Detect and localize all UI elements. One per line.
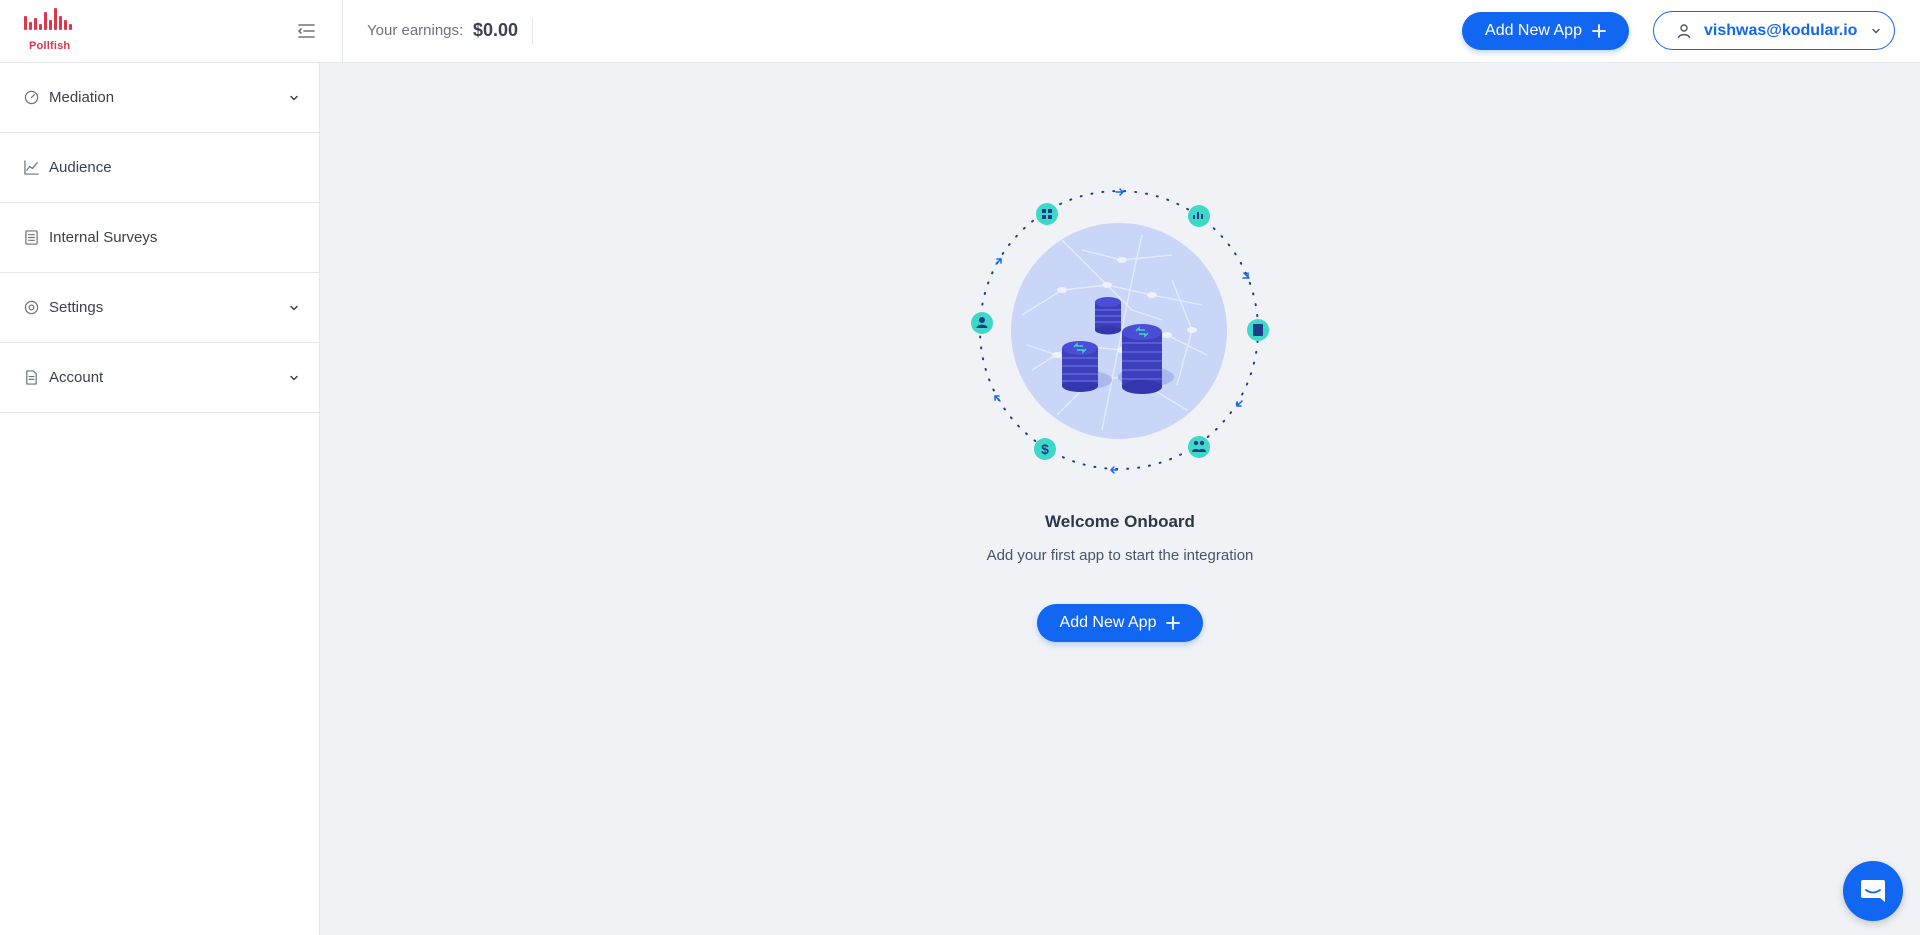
sidebar-item-settings[interactable]: Settings: [0, 273, 319, 343]
logo-text: Pollfish: [29, 40, 71, 52]
chat-bubble-icon: [1861, 880, 1885, 902]
chat-widget-button[interactable]: [1843, 861, 1903, 921]
sidebar-item-label: Internal Surveys: [49, 229, 158, 246]
sidebar-item-account[interactable]: Account: [0, 343, 319, 413]
document-icon: [26, 370, 37, 385]
chevron-down-icon: [1872, 28, 1881, 33]
sidebar-item-internal-surveys[interactable]: Internal Surveys: [0, 203, 319, 273]
top-bar: Pollfish Your earnings: $0.00 Add New Ap…: [0, 0, 1920, 63]
plus-icon: [1592, 24, 1606, 38]
topbar-divider: [342, 0, 343, 63]
sidebar-item-mediation[interactable]: Mediation: [0, 63, 319, 133]
list-icon: [25, 230, 38, 245]
globe-coins-icon: $: [971, 188, 1269, 474]
sidebar-item-label: Audience: [49, 159, 112, 176]
chevron-down-icon: [290, 95, 298, 101]
svg-text:$: $: [1041, 441, 1049, 457]
earnings-value: $0.00: [473, 20, 519, 40]
logo-bars-icon: [24, 8, 72, 30]
earnings-label: Your earnings:: [367, 22, 464, 39]
user-email: vishwas@kodular.io: [1704, 21, 1858, 39]
user-menu-button[interactable]: vishwas@kodular.io: [1653, 11, 1895, 50]
pollfish-logo[interactable]: Pollfish: [22, 8, 77, 54]
add-new-app-button[interactable]: Add New App: [1037, 604, 1203, 642]
add-new-app-button-header[interactable]: Add New App: [1462, 12, 1629, 50]
gear-icon: [24, 300, 39, 315]
earnings-divider: [532, 18, 533, 44]
onboarding-illustration: $: [962, 180, 1274, 480]
welcome-title: Welcome Onboard: [1045, 512, 1195, 531]
chevron-down-icon: [290, 375, 298, 381]
menu-collapse-icon[interactable]: [293, 18, 319, 44]
add-new-app-label: Add New App: [1059, 614, 1157, 631]
plus-icon: [1166, 616, 1181, 630]
chevron-down-icon: [290, 305, 298, 311]
welcome-subtitle: Add your first app to start the integrat…: [986, 547, 1254, 564]
add-new-app-label: Add New App: [1485, 22, 1582, 39]
line-chart-icon: [24, 160, 39, 175]
sidebar-item-label: Settings: [49, 299, 104, 316]
sidebar: Mediation Audience Internal Surveys Sett…: [0, 63, 320, 935]
sidebar-item-label: Account: [49, 369, 104, 386]
sidebar-item-audience[interactable]: Audience: [0, 133, 319, 203]
gauge-icon: [24, 90, 39, 105]
user-icon: [1677, 23, 1691, 38]
sidebar-item-label: Mediation: [49, 89, 115, 106]
